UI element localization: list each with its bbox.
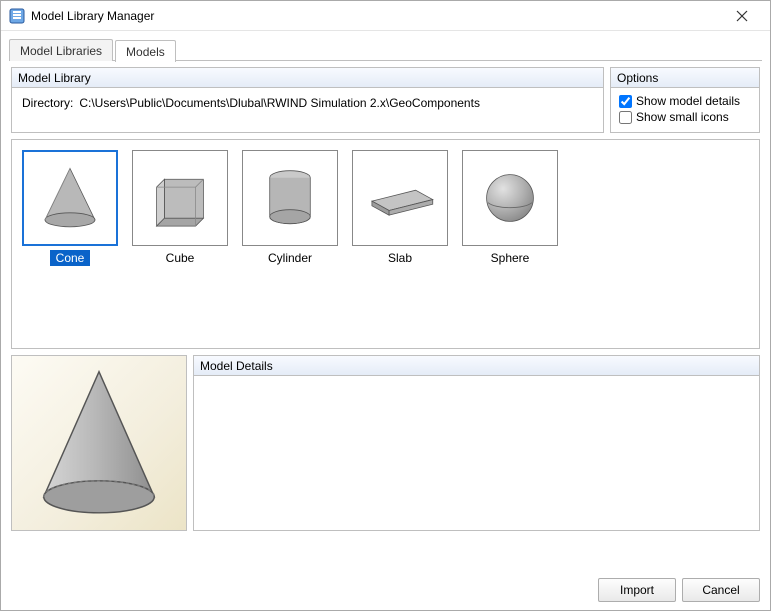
model-details-group: Model Details [193, 355, 760, 531]
title-bar: Model Library Manager [1, 1, 770, 31]
tab-models[interactable]: Models [115, 40, 176, 62]
model-label: Sphere [485, 250, 536, 266]
model-thumbnail [132, 150, 228, 246]
tab-label: Models [126, 45, 165, 59]
tab-label: Model Libraries [20, 44, 102, 58]
model-preview [11, 355, 187, 531]
cancel-button[interactable]: Cancel [682, 578, 760, 602]
cylinder-icon [251, 159, 329, 237]
slab-icon [357, 159, 443, 237]
option-show-small-icons[interactable]: Show small icons [619, 110, 751, 124]
group-heading: Options [611, 68, 759, 88]
cube-icon [141, 159, 219, 237]
model-item-slab[interactable]: Slab [352, 150, 448, 266]
model-library-group: Model Library Directory: C:\Users\Public… [11, 67, 604, 133]
group-heading: Model Details [194, 356, 759, 376]
model-label: Slab [382, 250, 418, 266]
group-heading: Model Library [12, 68, 603, 88]
option-label: Show small icons [636, 110, 729, 124]
window-title: Model Library Manager [31, 9, 722, 23]
model-thumbnail [242, 150, 338, 246]
directory-label: Directory: [22, 96, 73, 110]
model-thumbnail [352, 150, 448, 246]
import-button[interactable]: Import [598, 578, 676, 602]
models-list-panel: Cone Cube [11, 139, 760, 349]
checkbox-show-details[interactable] [619, 95, 632, 108]
sphere-icon [471, 159, 549, 237]
model-item-cube[interactable]: Cube [132, 150, 228, 266]
option-show-details[interactable]: Show model details [619, 94, 751, 108]
checkbox-show-small-icons[interactable] [619, 111, 632, 124]
button-label: Import [620, 583, 654, 597]
tab-content: Model Library Directory: C:\Users\Public… [1, 61, 770, 570]
top-row: Model Library Directory: C:\Users\Public… [11, 67, 760, 133]
button-label: Cancel [702, 583, 739, 597]
dialog-window: Model Library Manager Model Libraries Mo… [0, 0, 771, 611]
directory-path: C:\Users\Public\Documents\Dlubal\RWIND S… [79, 96, 593, 110]
close-icon [736, 10, 748, 22]
model-item-cylinder[interactable]: Cylinder [242, 150, 338, 266]
model-label: Cylinder [262, 250, 318, 266]
model-label: Cone [50, 250, 91, 266]
directory-row: Directory: C:\Users\Public\Documents\Dlu… [22, 96, 593, 110]
model-details-body [194, 376, 759, 530]
cone-icon [31, 159, 109, 237]
model-thumbnail [462, 150, 558, 246]
dialog-footer: Import Cancel [1, 570, 770, 610]
models-list: Cone Cube [22, 150, 749, 266]
preview-row: Model Details [11, 355, 760, 531]
option-label: Show model details [636, 94, 740, 108]
model-thumbnail [22, 150, 118, 246]
tab-strip: Model Libraries Models [1, 31, 770, 61]
model-label: Cube [160, 250, 201, 266]
cone-preview-icon [24, 363, 174, 523]
model-item-sphere[interactable]: Sphere [462, 150, 558, 266]
tab-model-libraries[interactable]: Model Libraries [9, 39, 113, 61]
model-item-cone[interactable]: Cone [22, 150, 118, 266]
options-group: Options Show model details Show small ic… [610, 67, 760, 133]
close-button[interactable] [722, 2, 762, 30]
app-icon [9, 8, 25, 24]
